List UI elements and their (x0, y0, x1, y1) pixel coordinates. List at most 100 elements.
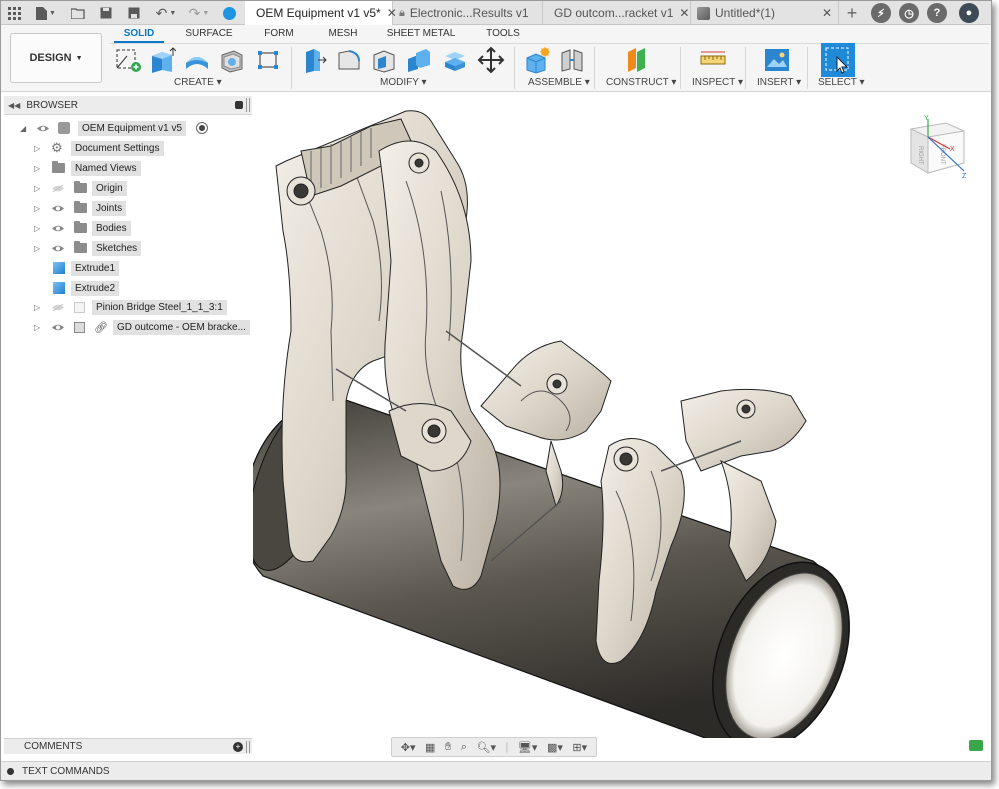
construct-menu[interactable]: CONSTRUCT ▾ (606, 77, 676, 88)
display-settings-icon[interactable]: 🖥︎▾ (518, 741, 538, 754)
redo-icon[interactable]: ↷ ▼ (186, 4, 212, 22)
assemble-menu[interactable]: ASSEMBLE ▾ (528, 77, 590, 88)
visibility-eye-icon[interactable] (51, 243, 65, 253)
expand-arrow-icon[interactable]: ▷ (34, 303, 40, 312)
select-icon[interactable] (821, 43, 855, 77)
model-viewport[interactable] (253, 93, 992, 738)
undo-icon[interactable]: ↶ ▼ (153, 4, 179, 22)
hidden-eye-icon[interactable] (51, 183, 65, 193)
press-pull-icon[interactable] (298, 45, 330, 75)
visibility-eye-icon[interactable] (51, 322, 65, 332)
tab-gd-outcome[interactable]: GD outcom...racket v1 ✕ (543, 1, 691, 25)
joint-icon[interactable] (556, 45, 588, 75)
expand-commands-icon[interactable] (7, 768, 14, 775)
viewports-icon[interactable]: ⊞▾ (572, 741, 587, 754)
look-at-icon[interactable]: ▦ (425, 741, 435, 754)
tree-item-sketches[interactable]: ▷ Sketches (4, 239, 252, 257)
tree-item-document-settings[interactable]: ▷ ⚙ Document Settings (4, 139, 252, 157)
chat-bubble-icon[interactable] (969, 740, 983, 751)
orbit-icon[interactable]: ✥▾ (401, 741, 416, 754)
select-menu[interactable]: SELECT ▾ (818, 77, 865, 88)
apps-grid-icon[interactable] (5, 4, 23, 22)
visibility-eye-icon[interactable] (51, 203, 65, 213)
shell-icon[interactable] (216, 45, 248, 75)
hidden-eye-icon[interactable] (51, 302, 65, 312)
expand-arrow-icon[interactable]: ▷ (34, 323, 40, 332)
inspect-menu[interactable]: INSPECT ▾ (692, 77, 743, 88)
tab-solid[interactable]: SOLID (119, 28, 159, 39)
sketch-constraint-icon[interactable] (252, 45, 284, 75)
fillet-icon[interactable] (333, 45, 365, 75)
text-commands-bar[interactable]: TEXT COMMANDS (1, 761, 991, 780)
workspace-switcher-button[interactable]: DESIGN ▼ (10, 33, 102, 83)
help-icon[interactable]: ? (927, 3, 947, 23)
combine-icon[interactable] (403, 45, 435, 75)
extrude-icon[interactable] (146, 45, 178, 75)
data-panel-icon[interactable] (220, 4, 238, 22)
browser-header[interactable]: ◀◀ BROWSER (4, 96, 252, 115)
offset-plane-icon[interactable] (621, 45, 653, 75)
tree-item-joints[interactable]: ▷ Joints (4, 199, 252, 217)
tree-item-gd-outcome[interactable]: ▷ 🔗︎ GD outcome - OEM bracke... (4, 318, 252, 336)
new-tab-icon[interactable]: + (843, 4, 861, 22)
job-status-icon[interactable]: ◷ (899, 3, 919, 23)
extensions-icon[interactable]: ⚡︎ (871, 3, 891, 23)
panel-resize-handle[interactable] (246, 740, 250, 753)
tree-item-label: Pinion Bridge Steel_1_1_3:1 (92, 299, 227, 315)
revolve-icon[interactable] (181, 45, 213, 75)
expand-arrow-icon[interactable]: ▷ (34, 144, 40, 153)
tree-item-pinion-bridge[interactable]: ▷ Pinion Bridge Steel_1_1_3:1 (4, 298, 252, 316)
tree-root[interactable]: ◢ OEM Equipment v1 v5 (4, 119, 252, 137)
tree-item-named-views[interactable]: ▷ Named Views (4, 159, 252, 177)
move-copy-icon[interactable] (475, 45, 507, 75)
panel-pin-icon[interactable] (235, 101, 243, 109)
tab-tools[interactable]: TOOLS (481, 28, 525, 39)
tree-item-extrude2[interactable]: Extrude2 (4, 279, 252, 297)
chamfer-icon[interactable] (368, 45, 400, 75)
open-folder-icon[interactable] (69, 4, 87, 22)
offset-face-icon[interactable] (439, 45, 471, 75)
lock-icon: 🔒︎ (399, 6, 405, 19)
close-tab-icon[interactable]: ✕ (816, 6, 832, 20)
close-tab-icon[interactable]: ✕ (673, 6, 689, 20)
zoom-icon[interactable]: ⌕ (461, 741, 467, 754)
modify-menu[interactable]: MODIFY ▾ (380, 77, 427, 88)
tree-item-bodies[interactable]: ▷ Bodies (4, 219, 252, 237)
grid-settings-icon[interactable]: ▩▾ (547, 741, 563, 754)
file-menu-icon[interactable]: ▼ (33, 4, 59, 22)
measure-icon[interactable] (697, 45, 729, 75)
tree-item-origin[interactable]: ▷ Origin (4, 179, 252, 197)
add-comment-icon[interactable]: + (233, 741, 243, 752)
expand-arrow-icon[interactable]: ▷ (34, 224, 40, 233)
panel-resize-handle[interactable] (246, 98, 250, 112)
visibility-eye-icon[interactable] (51, 223, 65, 233)
comments-panel[interactable]: COMMENTS + (4, 738, 252, 754)
collapse-panel-icon[interactable]: ◀◀ (8, 101, 20, 110)
tab-mesh[interactable]: MESH (323, 28, 363, 39)
expand-arrow-icon[interactable]: ▷ (34, 204, 40, 213)
create-sketch-icon[interactable] (112, 45, 144, 75)
pan-hand-icon[interactable]: ✋︎ (445, 741, 451, 754)
new-component-icon[interactable] (521, 45, 553, 75)
tab-electronic-results[interactable]: 🔒︎ Electronic...Results v1 (393, 1, 543, 25)
insert-image-icon[interactable] (761, 45, 793, 75)
expand-arrow-icon[interactable]: ▷ (34, 164, 40, 173)
collapse-arrow-icon[interactable]: ◢ (20, 124, 26, 133)
user-avatar[interactable]: ● (959, 3, 979, 23)
tab-untitled[interactable]: Untitled*(1) ✕ (691, 1, 839, 25)
insert-menu[interactable]: INSERT ▾ (757, 77, 801, 88)
tab-form[interactable]: FORM (259, 28, 299, 39)
export-icon[interactable] (125, 4, 143, 22)
expand-arrow-icon[interactable]: ▷ (34, 244, 40, 253)
expand-arrow-icon[interactable]: ▷ (34, 184, 40, 193)
view-cube[interactable]: FRONT RIGHT Y X Z (906, 115, 971, 181)
visibility-eye-icon[interactable] (36, 123, 50, 133)
save-icon[interactable] (97, 4, 115, 22)
tab-oem-equipment[interactable]: OEM Equipment v1 v5* ✕ (245, 1, 397, 25)
create-menu[interactable]: CREATE ▾ (174, 77, 222, 88)
activate-radio-icon[interactable] (196, 122, 208, 134)
tab-sheet-metal[interactable]: SHEET METAL (383, 28, 459, 39)
fit-zoom-icon[interactable]: 🔍︎▾ (477, 741, 497, 754)
tab-surface[interactable]: SURFACE (179, 28, 239, 39)
tree-item-extrude1[interactable]: Extrude1 (4, 259, 252, 277)
